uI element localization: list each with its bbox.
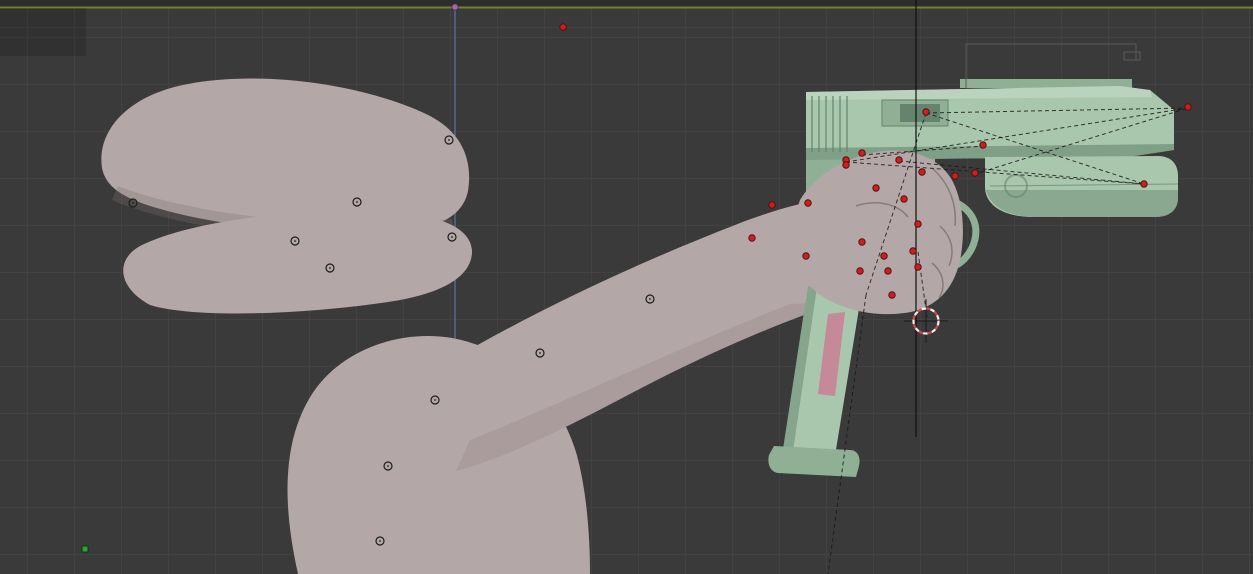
joint-dot — [539, 352, 541, 354]
hook-point[interactable] — [884, 267, 892, 275]
hook-point[interactable] — [895, 156, 903, 164]
joint-dot — [387, 465, 389, 467]
green-origin-point[interactable] — [81, 545, 89, 553]
hook-point[interactable] — [880, 252, 888, 260]
hook-point[interactable] — [804, 199, 812, 207]
3d-viewport[interactable] — [0, 0, 1253, 574]
hook-point[interactable] — [856, 267, 864, 275]
pistol-front-assembly-shade — [986, 190, 1178, 217]
viewport-canvas[interactable] — [0, 0, 1253, 574]
joint-dot — [132, 202, 134, 204]
hook-point[interactable] — [971, 169, 979, 177]
joint-dot — [329, 267, 331, 269]
hook-point[interactable] — [768, 201, 776, 209]
hook-point[interactable] — [914, 220, 922, 228]
mannequin-bent-forearm-mesh[interactable] — [123, 210, 473, 314]
hook-point[interactable] — [802, 252, 810, 260]
joint-dot — [649, 298, 651, 300]
hook-point[interactable] — [842, 161, 850, 169]
green-point[interactable] — [81, 545, 89, 553]
hook-point[interactable] — [914, 263, 922, 271]
origin-dot[interactable] — [451, 3, 459, 11]
joint-dot — [434, 399, 436, 401]
hook-point[interactable] — [559, 23, 567, 31]
hook-point[interactable] — [909, 247, 917, 255]
joint-dot — [451, 236, 453, 238]
hook-point[interactable] — [858, 149, 866, 157]
hook-point[interactable] — [918, 168, 926, 176]
hook-point[interactable] — [900, 195, 908, 203]
hook-point[interactable] — [858, 238, 866, 246]
viewport-top-edge — [0, 0, 1253, 7]
pistol-mag-base[interactable] — [768, 446, 860, 477]
hook-point[interactable] — [951, 172, 959, 180]
hook-point[interactable] — [1184, 103, 1192, 111]
joint-dot — [448, 139, 450, 141]
hook-point[interactable] — [748, 234, 756, 242]
hook-point[interactable] — [922, 108, 930, 116]
joint-dot — [294, 240, 296, 242]
hook-point[interactable] — [872, 184, 880, 192]
object-origin-dot[interactable] — [451, 3, 459, 11]
joint-dot — [379, 540, 381, 542]
hook-point[interactable] — [888, 291, 896, 299]
hook-point[interactable] — [1140, 180, 1148, 188]
hook-point[interactable] — [979, 141, 987, 149]
mannequin-mesh[interactable] — [101, 78, 842, 574]
corner-shading — [0, 8, 86, 56]
joint-dot — [356, 201, 358, 203]
